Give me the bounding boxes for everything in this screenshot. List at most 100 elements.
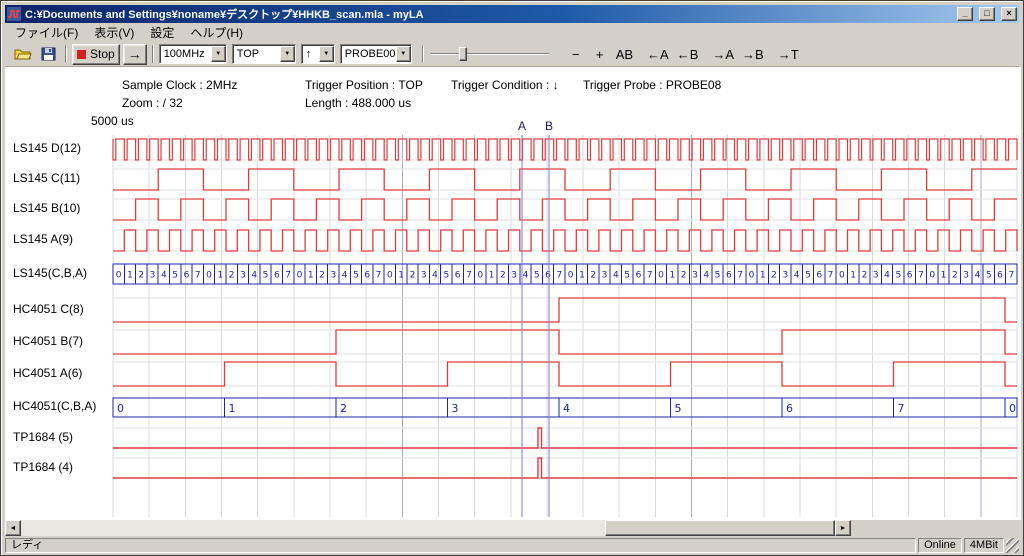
svg-text:1: 1 <box>489 271 495 281</box>
stop-label: Stop <box>90 47 115 61</box>
run-arrow-icon: → <box>128 46 142 62</box>
status-ready-text: レディ <box>5 538 916 553</box>
svg-text:0: 0 <box>477 271 483 281</box>
trigger-edge-value: ↑ <box>306 48 312 60</box>
svg-text:2: 2 <box>319 271 325 281</box>
trigger-position-value: TOP <box>237 48 259 60</box>
svg-text:1: 1 <box>308 271 314 281</box>
maximize-button[interactable]: □ <box>979 7 995 21</box>
menu-help[interactable]: ヘルプ(H) <box>182 22 251 43</box>
svg-text:2: 2 <box>952 271 958 281</box>
goto-next-a-button[interactable]: →A <box>709 44 737 64</box>
svg-text:3: 3 <box>511 271 517 281</box>
svg-text:3: 3 <box>421 271 427 281</box>
run-button[interactable]: → <box>123 44 147 65</box>
menu-file[interactable]: ファイル(F) <box>7 22 86 43</box>
svg-text:5: 5 <box>715 271 721 281</box>
close-button[interactable]: × <box>1001 7 1017 21</box>
chevron-down-icon[interactable]: ▼ <box>280 46 295 62</box>
save-floppy-icon <box>41 47 56 61</box>
scrollbar-thumb[interactable] <box>605 520 835 536</box>
svg-text:3: 3 <box>692 271 698 281</box>
svg-text:4: 4 <box>432 271 438 281</box>
svg-text:3: 3 <box>330 271 336 281</box>
minimize-button[interactable]: _ <box>957 7 973 21</box>
svg-text:4: 4 <box>523 271 529 281</box>
zoom-out-button[interactable]: − <box>565 44 587 64</box>
svg-text:0: 0 <box>839 271 845 281</box>
svg-text:2: 2 <box>410 271 416 281</box>
svg-text:6: 6 <box>274 271 280 281</box>
svg-text:7: 7 <box>195 271 201 281</box>
goto-prev-b-button[interactable]: ←B <box>674 44 702 64</box>
chevron-down-icon[interactable]: ▼ <box>396 46 411 62</box>
toolbar-separator <box>65 45 67 63</box>
scroll-left-arrow-icon[interactable]: ◄ <box>5 520 21 536</box>
svg-text:6: 6 <box>455 271 461 281</box>
waveform-client-area: Sample Clock : 2MHz Trigger Position : T… <box>5 67 1021 520</box>
menu-view[interactable]: 表示(V) <box>86 22 142 43</box>
svg-text:2: 2 <box>340 402 347 415</box>
menu-settings[interactable]: 設定 <box>142 22 182 43</box>
svg-text:5: 5 <box>172 271 178 281</box>
menu-bar: ファイル(F) 表示(V) 設定 ヘルプ(H) <box>5 23 1019 42</box>
svg-text:7: 7 <box>1008 271 1014 281</box>
svg-text:0: 0 <box>117 402 124 415</box>
sample-clock-value: 100MHz <box>164 48 205 60</box>
window-title: C:¥Documents and Settings¥noname¥デスクトップ¥… <box>25 6 951 22</box>
zoom-in-button[interactable]: + <box>589 44 611 64</box>
svg-text:7: 7 <box>918 271 924 281</box>
zoom-slider[interactable] <box>431 44 549 64</box>
trigger-probe-value: PROBE00 <box>345 48 396 60</box>
svg-text:7: 7 <box>828 271 834 281</box>
svg-text:0: 0 <box>387 271 393 281</box>
svg-text:7: 7 <box>898 402 905 415</box>
svg-text:3: 3 <box>963 271 969 281</box>
svg-text:3: 3 <box>240 271 246 281</box>
waveform-plot[interactable]: 0123456701234567012345670123456701234567… <box>5 67 1021 520</box>
chevron-down-icon[interactable]: ▼ <box>319 46 334 62</box>
svg-text:6: 6 <box>364 271 370 281</box>
svg-text:2: 2 <box>229 271 235 281</box>
sample-clock-select[interactable]: 100MHz ▼ <box>159 44 227 64</box>
svg-text:4: 4 <box>251 271 257 281</box>
stop-button[interactable]: Stop <box>72 44 120 65</box>
title-bar: C:¥Documents and Settings¥noname¥デスクトップ¥… <box>5 5 1019 23</box>
svg-text:1: 1 <box>669 271 675 281</box>
svg-text:2: 2 <box>590 271 596 281</box>
svg-text:4: 4 <box>794 271 800 281</box>
svg-text:6: 6 <box>907 271 913 281</box>
svg-text:6: 6 <box>726 271 732 281</box>
chevron-down-icon[interactable]: ▼ <box>211 46 226 62</box>
goto-next-b-button[interactable]: →B <box>739 44 767 64</box>
svg-text:1: 1 <box>229 402 236 415</box>
zoom-slider-thumb[interactable] <box>459 47 467 61</box>
open-button[interactable] <box>10 43 36 65</box>
toolbar-separator <box>422 45 424 63</box>
trigger-edge-select[interactable]: ↑ ▼ <box>301 44 335 64</box>
toolbar-separator <box>152 45 154 63</box>
svg-text:0: 0 <box>297 271 303 281</box>
goto-prev-a-button[interactable]: ←A <box>644 44 672 64</box>
svg-text:0: 0 <box>206 271 212 281</box>
svg-text:0: 0 <box>1009 402 1016 415</box>
svg-text:3: 3 <box>452 402 459 415</box>
svg-text:7: 7 <box>285 271 291 281</box>
svg-text:5: 5 <box>443 271 449 281</box>
scroll-right-arrow-icon[interactable]: ► <box>835 520 851 536</box>
goto-trigger-button[interactable]: →T <box>775 44 802 64</box>
status-online-badge: Online <box>918 538 962 553</box>
svg-text:5: 5 <box>805 271 811 281</box>
resize-grip[interactable] <box>1006 538 1019 553</box>
app-icon <box>7 7 21 21</box>
horizontal-scrollbar[interactable]: ◄ ► <box>5 520 851 536</box>
trigger-probe-select[interactable]: PROBE00 ▼ <box>340 44 412 64</box>
trigger-position-select[interactable]: TOP ▼ <box>232 44 296 64</box>
save-button[interactable] <box>36 43 60 65</box>
svg-text:6: 6 <box>184 271 190 281</box>
svg-text:6: 6 <box>816 271 822 281</box>
marker-ab-button[interactable]: AB <box>613 44 636 64</box>
svg-text:3: 3 <box>150 271 156 281</box>
svg-text:7: 7 <box>737 271 743 281</box>
svg-text:3: 3 <box>602 271 608 281</box>
